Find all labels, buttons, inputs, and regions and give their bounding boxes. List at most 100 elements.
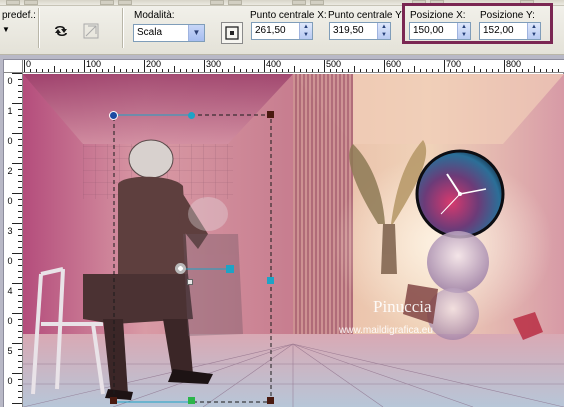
ruler-label: 1 (7, 106, 13, 116)
ruler-tick (18, 295, 22, 296)
ruler-tick (90, 69, 91, 72)
ruler-horizontal[interactable]: 0 100 200 300 400 500 600 700 800 (23, 60, 564, 73)
ruler-tick (48, 69, 49, 72)
ruler-tick (120, 69, 121, 72)
pivot-point-handle[interactable] (175, 263, 186, 274)
ruler-tick (18, 397, 22, 398)
ruler-tick (18, 289, 22, 290)
center-y-spinner[interactable]: ▲ ▼ (377, 23, 390, 39)
ruler-label: 2 (7, 166, 13, 176)
center-point-button[interactable] (221, 22, 243, 44)
ruler-tick (252, 69, 253, 72)
toolbar-button[interactable] (210, 0, 224, 5)
ruler-tick (18, 259, 22, 260)
ruler-tick (18, 109, 22, 110)
toolbar-button[interactable] (118, 0, 132, 5)
ruler-tick (12, 253, 22, 254)
center-y-label: Punto centrale Y: (328, 10, 404, 21)
ruler-vertical[interactable]: 0 1 0 2 0 3 0 4 0 5 0 (4, 73, 23, 407)
ruler-tick (390, 69, 391, 72)
ruler-tick (18, 391, 22, 392)
center-marker[interactable] (187, 279, 193, 285)
image-canvas[interactable]: Pinuccia www.maildigrafica.eu (23, 74, 564, 407)
transform-disabled-button[interactable] (80, 20, 102, 42)
ruler-tick (12, 373, 22, 374)
ruler-tick (66, 69, 67, 72)
ruler-tick (450, 69, 451, 72)
ruler-tick (18, 79, 22, 80)
ruler-tick (522, 69, 523, 72)
ruler-tick (198, 69, 199, 72)
ruler-tick (18, 271, 22, 272)
scale-handle-bottom-right[interactable] (267, 397, 274, 404)
ruler-tick (468, 69, 469, 72)
ruler-tick (492, 69, 493, 72)
rotation-handle-top-left[interactable] (109, 111, 118, 120)
ruler-tick (216, 69, 217, 72)
rotate-arrows-icon (55, 26, 67, 36)
mode-label: Modalità: (134, 10, 175, 21)
ruler-tick (222, 69, 223, 72)
ruler-tick (558, 69, 559, 72)
ruler-tick (18, 229, 22, 230)
toolbar-button[interactable] (24, 0, 38, 5)
skew-handle-top[interactable] (188, 112, 195, 119)
ruler-tick (18, 385, 22, 386)
center-y-input[interactable]: 319,50 ▲ ▼ (329, 22, 391, 40)
ruler-tick (192, 69, 193, 72)
ruler-tick (150, 69, 151, 72)
ruler-label: 3 (7, 226, 13, 236)
ruler-tick (18, 319, 22, 320)
ruler-tick (330, 69, 331, 72)
ruler-tick (18, 85, 22, 86)
toolbar-button[interactable] (228, 0, 242, 5)
mode-select[interactable]: Scala ▼ (133, 24, 205, 42)
ruler-tick (12, 193, 22, 194)
scale-handle-top-right[interactable] (267, 111, 274, 118)
center-x-spinner[interactable]: ▲ ▼ (299, 23, 312, 39)
ruler-tick (18, 379, 22, 380)
preset-dropdown-arrow[interactable]: ▼ (2, 25, 10, 34)
ruler-label: 0 (7, 376, 13, 386)
ruler-tick (18, 139, 22, 140)
center-x-input[interactable]: 261,50 ▲ ▼ (251, 22, 313, 40)
ruler-tick (18, 169, 22, 170)
ruler-label: 4 (7, 286, 13, 296)
ruler-tick (480, 69, 481, 72)
scale-handle-bottom-left[interactable] (110, 397, 117, 404)
watermark-url: www.maildigrafica.eu (338, 325, 433, 336)
ruler-tick (306, 69, 307, 72)
ruler-tick (258, 69, 259, 72)
watermark-title: Pinuccia (373, 297, 432, 316)
ruler-tick (18, 97, 22, 98)
ruler-tick (456, 69, 457, 72)
scene-artwork: Pinuccia www.maildigrafica.eu (23, 74, 564, 407)
ruler-tick (18, 235, 22, 236)
ruler-corner (4, 60, 23, 73)
toolbar-button[interactable] (100, 0, 114, 5)
toolbar-button[interactable] (310, 0, 324, 5)
ruler-tick (528, 69, 529, 72)
ruler-tick (18, 121, 22, 122)
toolbar-button[interactable] (292, 0, 306, 5)
rotate-arrows-button[interactable] (50, 20, 72, 42)
ruler-tick (168, 69, 169, 72)
chevron-down-icon[interactable]: ▼ (188, 25, 204, 41)
ruler-tick (378, 69, 379, 72)
rotation-arm-handle[interactable] (226, 265, 234, 273)
toolbar-button[interactable] (6, 0, 20, 5)
ruler-tick (18, 331, 22, 332)
ruler-label: 0 (7, 256, 13, 266)
ruler-tick (540, 69, 541, 72)
ruler-tick (18, 361, 22, 362)
center-x-value: 261,50 (255, 25, 286, 36)
ruler-tick (72, 69, 73, 72)
ruler-tick (18, 355, 22, 356)
ruler-tick (108, 69, 109, 72)
ruler-tick (12, 343, 22, 344)
ruler-tick (18, 349, 22, 350)
scale-handle-right[interactable] (267, 277, 274, 284)
ruler-tick (18, 181, 22, 182)
skew-handle-bottom[interactable] (188, 397, 195, 404)
center-x-label: Punto centrale X: (250, 10, 327, 21)
